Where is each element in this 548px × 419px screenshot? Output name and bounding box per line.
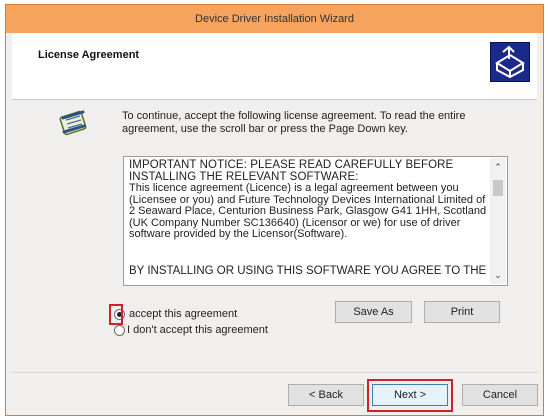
accept-radio-label[interactable]: accept this agreement xyxy=(129,308,237,320)
decline-option[interactable]: I don't accept this agreement xyxy=(114,324,268,336)
decline-radio-label[interactable]: I don't accept this agreement xyxy=(127,324,268,336)
installer-window: Device Driver Installation Wizard Licens… xyxy=(5,4,544,416)
save-as-button[interactable]: Save As xyxy=(335,301,412,323)
wizard-header: License Agreement xyxy=(12,33,537,100)
next-button-highlight xyxy=(367,379,453,412)
scroll-up-arrow-icon[interactable]: ⌃ xyxy=(490,160,506,174)
license-textbox[interactable]: IMPORTANT NOTICE: PLEASE READ CAREFULLY … xyxy=(123,156,508,286)
wizard-body: To continue, accept the following licens… xyxy=(12,100,537,374)
back-button[interactable]: < Back xyxy=(288,384,364,406)
scroll-down-arrow-icon[interactable]: ⌄ xyxy=(490,268,506,282)
license-scroll-icon xyxy=(58,110,90,140)
license-agreement-line: BY INSTALLING OR USING THIS SOFTWARE YOU… xyxy=(129,265,487,277)
accept-radio-highlight xyxy=(109,304,123,325)
print-button[interactable]: Print xyxy=(424,301,500,323)
cancel-button[interactable]: Cancel xyxy=(462,384,538,406)
window-title: Device Driver Installation Wizard xyxy=(195,13,354,25)
accept-option[interactable]: accept this agreement xyxy=(114,308,237,320)
decline-radio[interactable] xyxy=(114,324,125,336)
license-scrollbar[interactable]: ⌃ ⌄ xyxy=(490,158,506,284)
license-content: IMPORTANT NOTICE: PLEASE READ CAREFULLY … xyxy=(129,159,489,241)
installer-box-icon xyxy=(490,42,530,82)
page-title: License Agreement xyxy=(38,49,140,61)
license-notice: IMPORTANT NOTICE: PLEASE READ CAREFULLY … xyxy=(129,159,454,183)
footer-divider xyxy=(12,372,537,373)
instructions-text: To continue, accept the following licens… xyxy=(122,110,466,135)
title-bar: Device Driver Installation Wizard xyxy=(6,5,543,33)
license-body: This licence agreement (Licence) is a le… xyxy=(129,182,487,240)
scroll-thumb[interactable] xyxy=(493,180,503,196)
